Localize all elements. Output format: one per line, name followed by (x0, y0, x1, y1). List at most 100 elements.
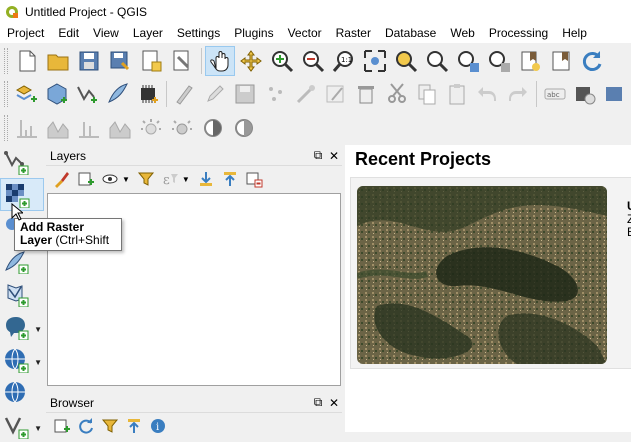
increase-brightness-button[interactable] (136, 113, 166, 143)
decrease-contrast-button[interactable] (229, 113, 259, 143)
zoom-native-resolution-button[interactable]: 1:1 (329, 46, 359, 76)
new-spatialite-layer-button[interactable] (103, 79, 132, 109)
open-styling-panel-button[interactable] (50, 168, 74, 190)
undo-button[interactable] (473, 79, 502, 109)
menu-layer[interactable]: Layer (126, 23, 170, 43)
toolbar-grip[interactable] (4, 81, 8, 107)
new-project-button[interactable] (12, 46, 42, 76)
dropdown-arrow-icon[interactable]: ▼ (34, 358, 42, 367)
add-vector-layer-button[interactable] (0, 145, 44, 178)
save-edits-button[interactable] (231, 79, 260, 109)
refresh-button[interactable] (577, 46, 607, 76)
toolbar-separator (201, 48, 202, 74)
manage-layers-toolbar: ▼ ▼ ▼ (0, 145, 44, 439)
data-source-manager-button[interactable] (12, 79, 41, 109)
toolbar-grip[interactable] (4, 115, 8, 141)
add-virtual-layer-button[interactable]: ▼ (0, 409, 44, 442)
menu-database[interactable]: Database (378, 23, 443, 43)
filter-by-expression-button[interactable]: ε (158, 168, 182, 190)
menu-settings[interactable]: Settings (170, 23, 227, 43)
menu-plugins[interactable]: Plugins (227, 23, 280, 43)
add-selected-layers-button[interactable] (50, 415, 74, 437)
zoom-next-button[interactable] (484, 46, 514, 76)
window-title: Untitled Project - QGIS (25, 4, 148, 19)
zoom-full-button[interactable] (360, 46, 390, 76)
recent-projects-heading: Recent Projects (355, 149, 492, 169)
delete-selected-button[interactable] (352, 79, 381, 109)
layers-panel-title: Layers (50, 148, 87, 163)
menu-project[interactable]: Project (0, 23, 51, 43)
label-highlight-button[interactable] (601, 79, 630, 109)
menu-web[interactable]: Web (443, 23, 481, 43)
close-panel-icon[interactable]: ✕ (326, 396, 342, 410)
recent-project-card[interactable]: U Z E (350, 177, 631, 369)
cut-features-button[interactable] (382, 79, 411, 109)
show-bookmarks-button[interactable] (546, 46, 576, 76)
digitize-toggle-button[interactable] (170, 79, 199, 109)
menu-vector[interactable]: Vector (281, 23, 329, 43)
chevron-down-icon[interactable]: ▼ (122, 175, 130, 184)
refresh-browser-button[interactable] (74, 415, 98, 437)
project-thumbnail (357, 186, 607, 364)
collapse-all-button[interactable] (218, 168, 242, 190)
expand-all-button[interactable] (194, 168, 218, 190)
full-cumulative-cut-button[interactable] (105, 113, 135, 143)
edit-pencil-button[interactable] (200, 79, 229, 109)
properties-info-icon[interactable]: i (146, 415, 170, 437)
manage-map-themes-button[interactable] (98, 168, 122, 190)
add-postgis-layer-button[interactable]: ▼ (0, 310, 44, 343)
menu-view[interactable]: View (86, 23, 126, 43)
dropdown-arrow-icon[interactable]: ▼ (34, 325, 42, 334)
new-shapefile-layer-button[interactable] (72, 79, 101, 109)
zoom-to-selection-button[interactable] (391, 46, 421, 76)
local-histogram-stretch-button[interactable] (12, 113, 42, 143)
add-spatialite-layer-button[interactable] (0, 277, 44, 310)
copy-features-button[interactable] (412, 79, 441, 109)
add-wcs-layer-button[interactable] (0, 376, 44, 409)
menu-bar: Project Edit View Layer Settings Plugins… (0, 23, 631, 43)
full-histogram-stretch-button[interactable] (43, 113, 73, 143)
vertex-tool-button[interactable] (291, 79, 320, 109)
save-project-button[interactable] (74, 46, 104, 76)
increase-contrast-button[interactable] (198, 113, 228, 143)
zoom-out-button[interactable] (298, 46, 328, 76)
collapse-browser-button[interactable] (122, 415, 146, 437)
menu-help[interactable]: Help (555, 23, 594, 43)
new-print-layout-button[interactable] (136, 46, 166, 76)
chevron-down-icon[interactable]: ▼ (182, 175, 190, 184)
zoom-to-layer-button[interactable] (422, 46, 452, 76)
tooltip-shortcut: (Ctrl+Shift (52, 233, 110, 247)
float-panel-icon[interactable]: ⧉ (310, 395, 326, 410)
pan-map-button[interactable] (205, 46, 235, 76)
browser-panel: Browser ⧉ ✕ i (46, 393, 342, 434)
add-wms-layer-button[interactable]: ▼ (0, 343, 44, 376)
add-group-button[interactable] (74, 168, 98, 190)
new-temporary-layer-button[interactable] (133, 79, 162, 109)
save-as-button[interactable] (105, 46, 135, 76)
pan-to-selection-button[interactable] (236, 46, 266, 76)
filter-browser-button[interactable] (98, 415, 122, 437)
layers-panel-header: Layers ⧉ ✕ (46, 146, 342, 166)
new-bookmark-button[interactable] (515, 46, 545, 76)
layout-manager-button[interactable] (167, 46, 197, 76)
modify-attributes-button[interactable] (321, 79, 350, 109)
menu-processing[interactable]: Processing (482, 23, 555, 43)
menu-edit[interactable]: Edit (51, 23, 86, 43)
remove-layer-button[interactable] (242, 168, 266, 190)
paste-features-button[interactable] (442, 79, 471, 109)
redo-button[interactable] (503, 79, 532, 109)
menu-raster[interactable]: Raster (329, 23, 378, 43)
label-pin-button[interactable] (570, 79, 599, 109)
zoom-in-button[interactable] (267, 46, 297, 76)
decrease-brightness-button[interactable] (167, 113, 197, 143)
close-panel-icon[interactable]: ✕ (326, 149, 342, 163)
filter-legend-button[interactable] (134, 168, 158, 190)
add-point-button[interactable] (261, 79, 290, 109)
toolbar-grip[interactable] (4, 48, 8, 74)
zoom-last-button[interactable] (453, 46, 483, 76)
label-toolbar-button[interactable]: abc (540, 79, 569, 109)
open-project-button[interactable] (43, 46, 73, 76)
new-geopackage-layer-button[interactable] (42, 79, 71, 109)
local-cumulative-cut-button[interactable] (74, 113, 104, 143)
float-panel-icon[interactable]: ⧉ (310, 148, 326, 163)
